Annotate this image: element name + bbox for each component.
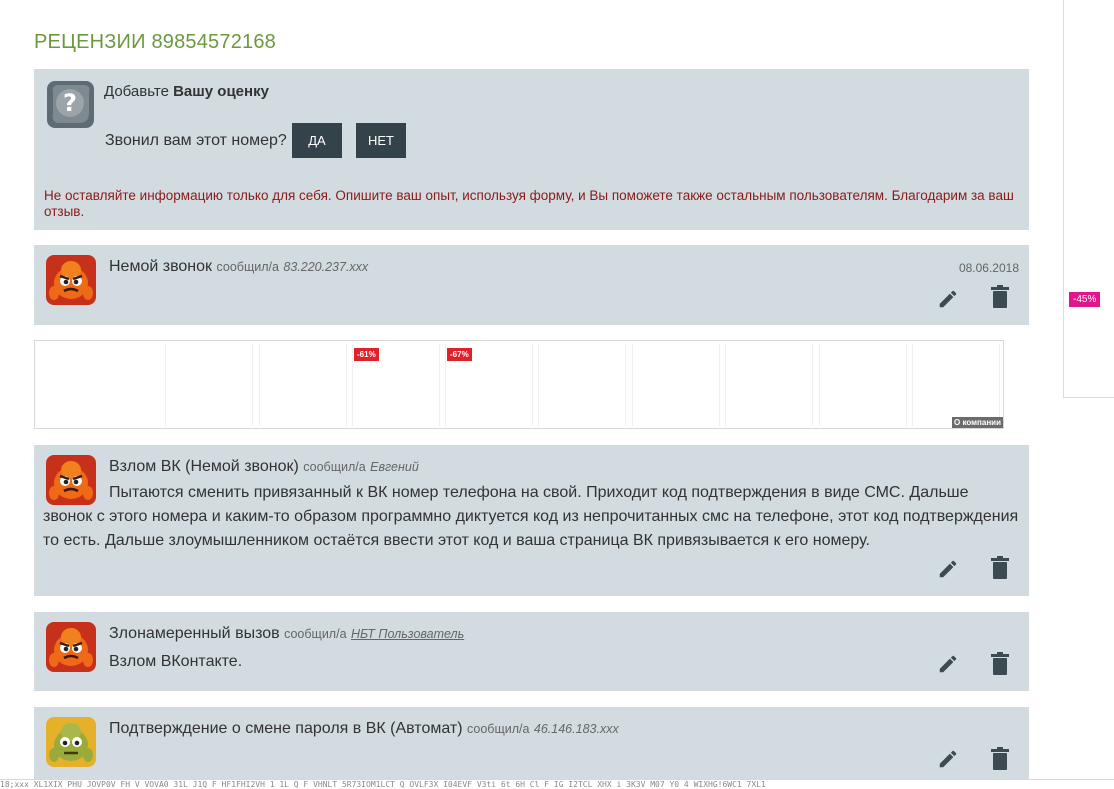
question-avatar-icon: ? (45, 79, 96, 130)
review-item: Немой звонок сообщил/а 83.220.237.xxx 08… (34, 245, 1029, 325)
delete-trash-icon[interactable] (988, 556, 1012, 580)
review-title-line: Подтверждение о смене пароля в ВК (Автом… (109, 720, 619, 738)
review-title-line: Взлом ВК (Немой звонок) сообщил/а Евгени… (109, 458, 419, 476)
neutral-avatar-icon (46, 717, 96, 767)
yes-button[interactable]: ДА (292, 123, 342, 158)
review-title-line: Немой звонок сообщил/а 83.220.237.xxx (109, 258, 368, 276)
edit-pencil-icon[interactable] (936, 287, 960, 311)
review-reported-label: сообщил/а (284, 627, 347, 641)
review-title: Взлом ВК (Немой звонок) (109, 458, 299, 475)
edit-pencil-icon[interactable] (936, 747, 960, 771)
about-company-link[interactable]: О компании (952, 417, 1003, 428)
delete-trash-icon[interactable] (988, 747, 1012, 771)
review-reported-label: сообщил/а (216, 260, 279, 274)
section-title: РЕЦЕНЗИИ 89854572168 (34, 31, 276, 53)
rating-panel: ? Добавьте Вашу оценку Звонил вам этот н… (34, 69, 1029, 230)
edit-pencil-icon[interactable] (936, 652, 960, 676)
review-author: 46.146.183.xxx (533, 722, 619, 736)
page: РЕЦЕНЗИИ 89854572168 ? Добавьте Вашу оце… (0, 0, 1114, 789)
review-item: Злонамеренный вызов сообщил/а НБТ Пользо… (34, 612, 1029, 691)
ad-product-tile[interactable] (819, 344, 907, 426)
review-date: 08.06.2018 (958, 261, 1019, 275)
ad-product-tile[interactable] (725, 344, 813, 426)
rating-heading-bold: Вашу оценку (173, 83, 269, 100)
review-title: Немой звонок (109, 258, 213, 275)
edit-pencil-icon[interactable] (936, 557, 960, 581)
side-ad-frame[interactable] (1063, 0, 1114, 398)
review-text: Пытаются сменить привязанный к ВК номер … (43, 484, 1019, 549)
review-text: Взлом ВКонтакте. (109, 653, 243, 670)
bottom-ad-strip: 18;xxx XL1XIX PHU JOVP0V FH V VOVA0 31L … (0, 779, 1114, 789)
review-reported-label: сообщил/а (303, 460, 366, 474)
angry-avatar-icon (46, 255, 96, 305)
review-reported-label: сообщил/а (467, 722, 530, 736)
ad-product-tile[interactable]: -67% (445, 344, 533, 426)
side-discount-badge: -45% (1069, 292, 1101, 307)
ad-product-tile[interactable] (165, 344, 253, 426)
no-button[interactable]: НЕТ (356, 123, 406, 158)
review-title: Подтверждение о смене пароля в ВК (Автом… (109, 720, 463, 737)
discount-badge: -61% (354, 348, 379, 361)
svg-text:?: ? (63, 89, 77, 117)
review-title: Злонамеренный вызов (109, 625, 280, 642)
review-title-line: Злонамеренный вызов сообщил/а НБТ Пользо… (109, 625, 464, 643)
delete-trash-icon[interactable] (988, 285, 1012, 309)
ad-product-tile[interactable] (538, 344, 626, 426)
rating-note: Не оставляйте информацию только для себя… (44, 188, 1014, 219)
rating-heading-prefix: Добавьте (104, 83, 169, 100)
ad-product-tile[interactable]: -61% (352, 344, 440, 426)
ad-product-tile[interactable] (259, 344, 347, 426)
review-author: 83.220.237.xxx (283, 260, 369, 274)
ad-strip[interactable]: -61% -67% О компании (34, 340, 1004, 429)
review-item: Взлом ВК (Немой звонок) сообщил/а Евгени… (34, 445, 1029, 596)
review-author-link[interactable]: НБТ Пользователь (351, 627, 464, 641)
rating-question: Звонил вам этот номер? (105, 132, 287, 149)
discount-badge: -67% (447, 348, 472, 361)
review-author: Евгений (370, 460, 419, 474)
ad-product-tile[interactable] (632, 344, 720, 426)
ad-product-tile[interactable] (912, 344, 1000, 426)
rating-heading: Добавьте Вашу оценку (104, 83, 269, 100)
delete-trash-icon[interactable] (988, 652, 1012, 676)
review-item: Подтверждение о смене пароля в ВК (Автом… (34, 707, 1029, 789)
